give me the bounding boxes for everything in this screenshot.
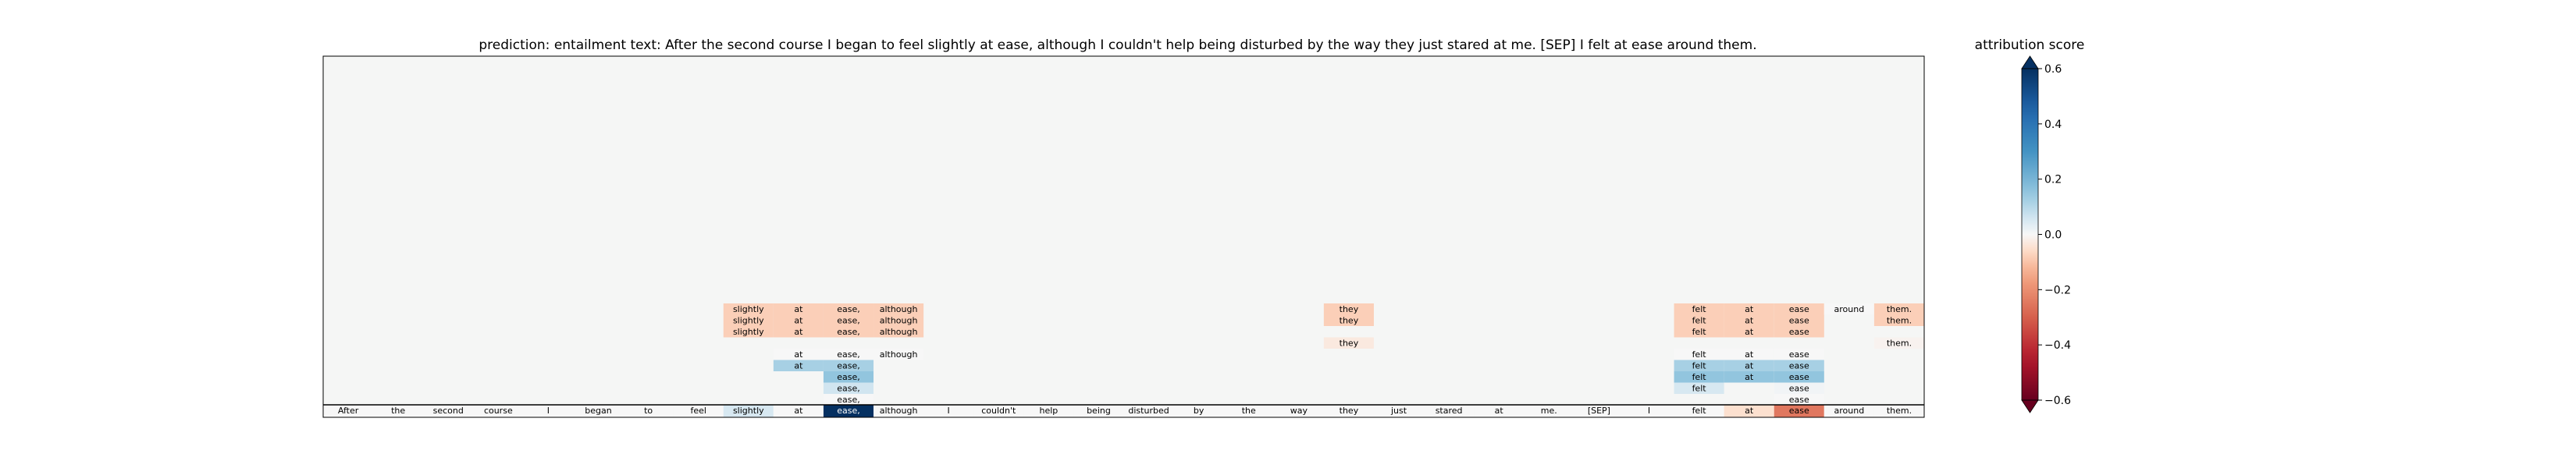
attribution-cell-label: slightly [733,316,764,326]
colorbar-label: attribution score [1975,37,2085,53]
bottom-token-label: course [484,406,513,416]
bottom-token-label: began [585,406,611,416]
bottom-token-label: being [1087,406,1111,416]
attribution-cell-label: ease [1789,361,1809,371]
attribution-cell-label: at [1745,361,1754,371]
bottom-token-label: me. [1541,406,1557,416]
attribution-cell-label: at [1745,349,1754,360]
attribution-cell-label: ease [1789,316,1809,326]
attribution-cell-label: ease [1789,372,1809,382]
colorbar-gradient [2022,69,2038,400]
attribution-cell-label: ease, [837,316,860,326]
colorbar-tick-label: 0.0 [2044,229,2062,242]
bottom-token-label: way [1290,406,1308,416]
attribution-cell-label: ease, [837,372,860,382]
bottom-token-label: the [391,406,405,416]
attribution-cell-label: although [880,349,918,360]
attribution-cell-label: although [880,316,918,326]
bottom-token-label: the [1242,406,1256,416]
colorbar-tick-label: 0.4 [2044,119,2062,131]
attribution-cell-label: at [1745,372,1754,382]
bottom-token-label: slightly [733,406,764,416]
bottom-token-label: ease, [837,406,860,416]
attribution-cell-label: they [1340,339,1359,349]
attribution-cell-label: ease [1789,384,1809,394]
bottom-token-label: at [1745,406,1754,416]
attribution-cell-label: slightly [733,327,764,337]
chart-title: prediction: entailment text: After the s… [479,37,1756,53]
attribution-cell-label: them. [1887,316,1912,326]
colorbar-tick-label: −0.4 [2044,339,2071,352]
bottom-token-label: After [338,406,359,416]
bottom-token-label: I [948,406,950,416]
attribution-cell-label: ease [1789,349,1809,360]
bottom-token-label: although [880,406,918,416]
attribution-cell-label: at [1745,304,1754,314]
attribution-cell-label: ease [1789,395,1809,405]
bottom-token-label: feel [690,406,706,416]
attribution-cell-label: although [880,304,918,314]
attribution-cell-label: ease, [837,384,860,394]
plot-area: After the second course Ibegan to feel slightly… [322,55,1925,418]
attribution-cell-label: felt [1692,316,1707,326]
attribution-cell-label: felt [1692,327,1707,337]
attribution-cell-label: at [794,316,803,326]
attribution-cell-label: felt [1692,372,1707,382]
attribution-cell-label: ease, [837,327,860,337]
bottom-token-label: just [1390,406,1407,416]
bottom-token-label: around [1834,406,1865,416]
bottom-token-label: at [794,406,803,416]
bottom-token-label: I [1648,406,1650,416]
attribution-cell-label: felt [1692,361,1707,371]
bottom-token-label: felt [1692,406,1707,416]
bottom-token-label: I [547,406,550,416]
attribution-cell-label: felt [1692,384,1707,394]
attribution-heatmap-figure: prediction: entailment text: After the s… [0,0,2576,468]
bottom-token-label: stared [1436,406,1463,416]
attribution-cell-label: at [794,349,803,360]
attribution-cell-label: they [1340,304,1359,314]
bottom-token-label: to [644,406,653,416]
bottom-token-label: disturbed [1128,406,1169,416]
attribution-cell-label: ease, [837,349,860,360]
attribution-cell-label: they [1340,316,1359,326]
attribution-cell-label: felt [1692,349,1707,360]
attribution-cell-label: ease, [837,361,860,371]
attribution-cell-label: them. [1887,304,1912,314]
attribution-cell-label: at [794,327,803,337]
attribution-cell-label: felt [1692,304,1707,314]
bottom-token-label: help [1039,406,1058,416]
bottom-token-label: they [1340,406,1359,416]
bottom-token-label: [SEP] [1588,406,1610,416]
colorbar-tick-label: 0.6 [2044,63,2062,76]
bottom-token-label: second [433,406,464,416]
attribution-cell-label: them. [1887,339,1912,349]
bottom-token-label: by [1194,406,1204,416]
attribution-cell-label: at [1745,316,1754,326]
bottom-token-label: them. [1887,406,1912,416]
bottom-token-label: ease [1789,406,1809,416]
attribution-cell-label: ease [1789,327,1809,337]
bottom-token-label: couldn't [981,406,1016,416]
attribution-cell-label: ease, [837,395,860,405]
attribution-cell-label: slightly [733,304,764,314]
colorbar-tick-label: 0.2 [2044,174,2062,186]
bottom-token-label: at [1495,406,1504,416]
attribution-cell-label: at [794,361,803,371]
colorbar-tick-label: −0.6 [2044,395,2071,407]
attribution-cell-label: around [1834,304,1865,314]
attribution-cell-label: ease, [837,304,860,314]
colorbar-tick-label: −0.2 [2044,284,2071,296]
attribution-cell-label: at [1745,327,1754,337]
attribution-cell-label: ease [1789,304,1809,314]
attribution-cell-label: although [880,327,918,337]
attribution-cell-label: at [794,304,803,314]
